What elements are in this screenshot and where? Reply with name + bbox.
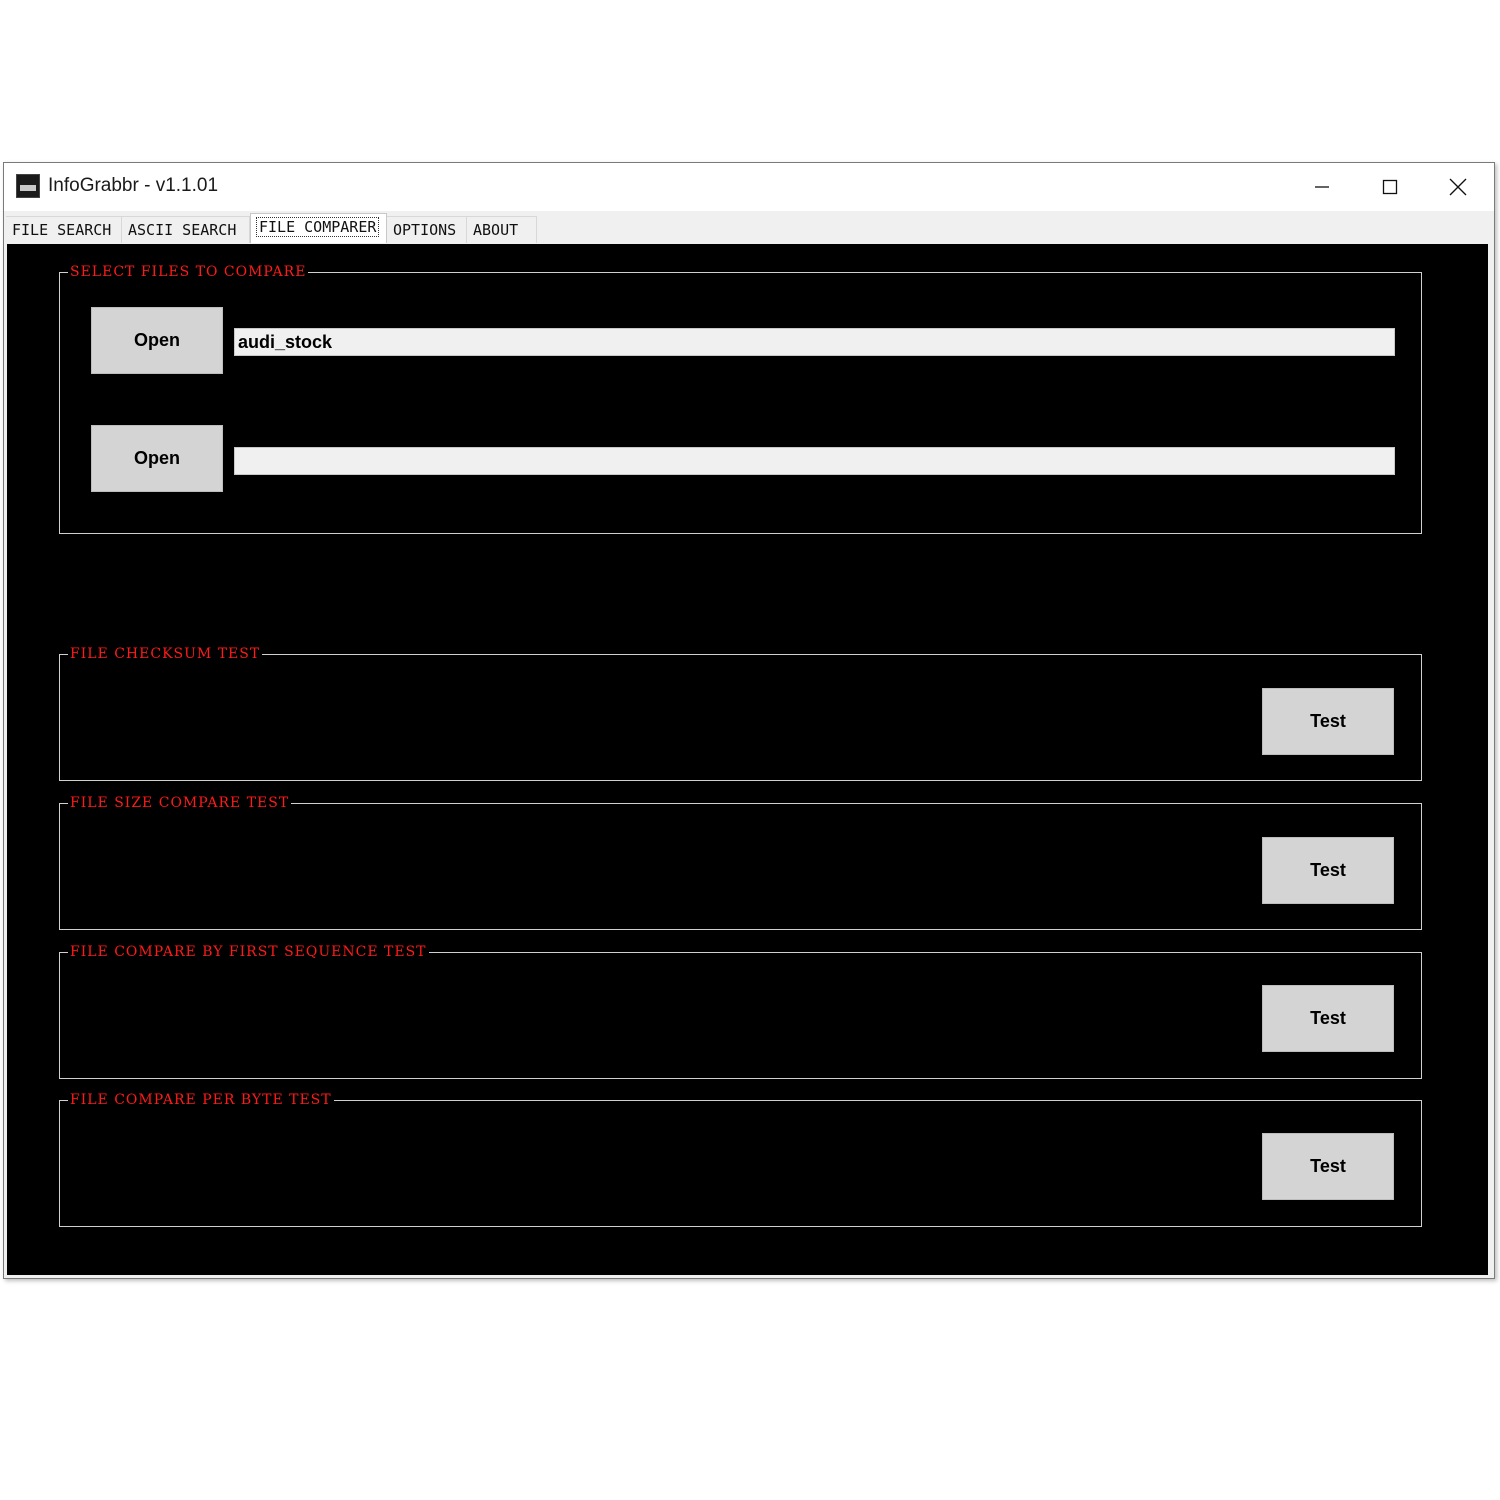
tab-options[interactable]: OPTIONS (387, 216, 467, 243)
file-comparer-panel: SELECT FILES TO COMPARE Open Open FILE C… (7, 244, 1488, 1275)
app-icon (16, 174, 40, 198)
per-byte-test-title: FILE COMPARE PER BYTE TEST (68, 1090, 334, 1110)
maximize-icon (1382, 179, 1398, 195)
close-icon (1449, 178, 1467, 196)
file2-path-input[interactable] (234, 447, 1395, 475)
first-sequence-test-title: FILE COMPARE BY FIRST SEQUENCE TEST (68, 942, 429, 962)
file1-path-input[interactable] (234, 328, 1395, 356)
select-files-title: SELECT FILES TO COMPARE (68, 262, 309, 282)
open-file1-button[interactable]: Open (91, 307, 223, 374)
tab-file-comparer[interactable]: FILE COMPARER (250, 213, 387, 243)
size-compare-test-title: FILE SIZE COMPARE TEST (68, 793, 292, 813)
first-sequence-test-group: FILE COMPARE BY FIRST SEQUENCE TEST Test (59, 942, 1422, 1079)
title-bar[interactable]: InfoGrabbr - v1.1.01 (4, 163, 1494, 211)
checksum-test-button[interactable]: Test (1262, 688, 1394, 755)
minimize-icon (1315, 186, 1329, 188)
window-title: InfoGrabbr - v1.1.01 (48, 175, 219, 196)
app-window: InfoGrabbr - v1.1.01 FILE SEARCH ASCII S… (3, 162, 1495, 1279)
select-files-group: SELECT FILES TO COMPARE Open Open (59, 262, 1422, 534)
tab-ascii-search[interactable]: ASCII SEARCH (122, 216, 250, 243)
checksum-test-group: FILE CHECKSUM TEST Test (59, 644, 1422, 781)
close-button[interactable] (1424, 163, 1492, 211)
tab-file-comparer-label: FILE COMPARER (255, 217, 380, 237)
checksum-test-title: FILE CHECKSUM TEST (68, 644, 263, 664)
per-byte-test-group: FILE COMPARE PER BYTE TEST Test (59, 1090, 1422, 1227)
per-byte-test-button[interactable]: Test (1262, 1133, 1394, 1200)
size-compare-test-button[interactable]: Test (1262, 837, 1394, 904)
size-compare-test-group: FILE SIZE COMPARE TEST Test (59, 793, 1422, 930)
open-file2-button[interactable]: Open (91, 425, 223, 492)
tab-about[interactable]: ABOUT (467, 216, 537, 243)
tab-strip: FILE SEARCH ASCII SEARCH FILE COMPARER O… (4, 211, 1494, 244)
first-sequence-test-button[interactable]: Test (1262, 985, 1394, 1052)
tab-file-search[interactable]: FILE SEARCH (6, 216, 122, 243)
maximize-button[interactable] (1356, 163, 1424, 211)
minimize-button[interactable] (1288, 163, 1356, 211)
